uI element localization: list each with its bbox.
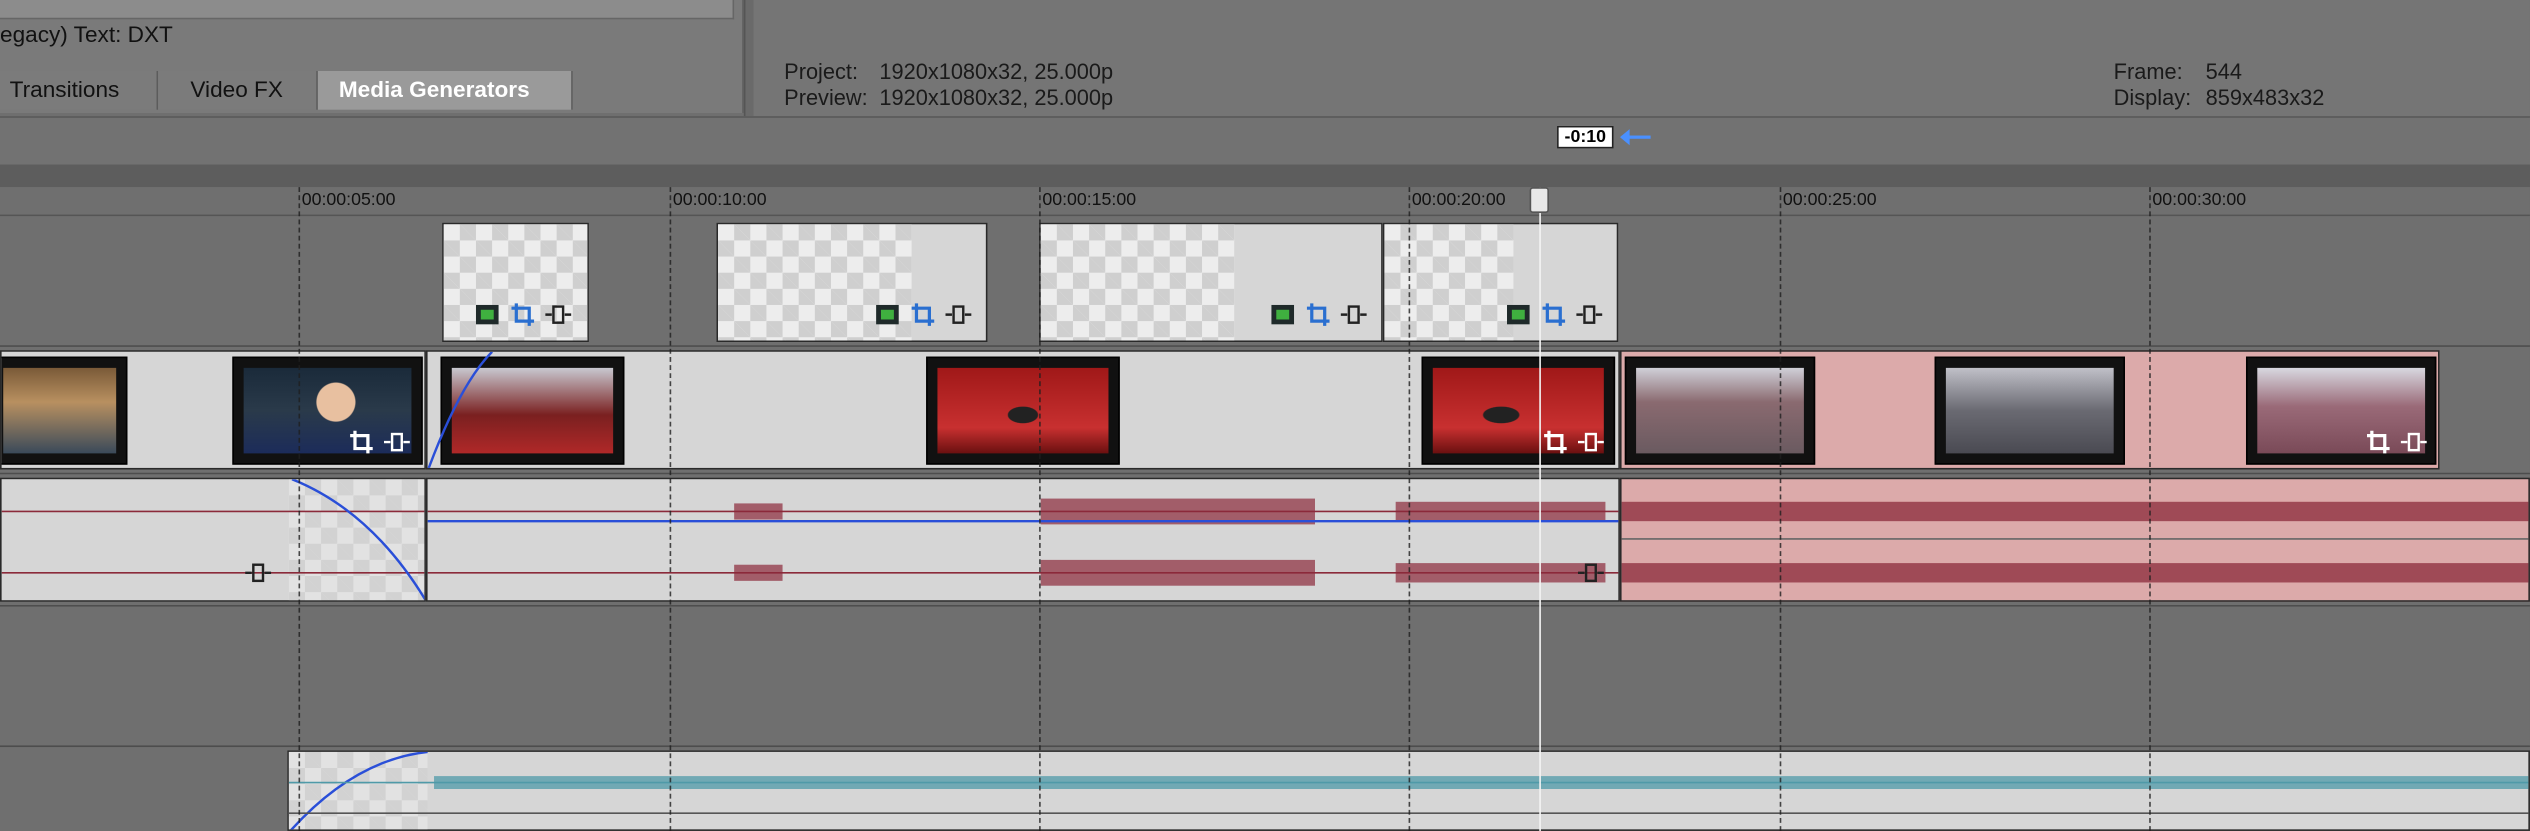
fx-panel-tabs: Transitions Video FX Media Generators — [0, 70, 573, 110]
crop-icon[interactable] — [1304, 302, 1333, 328]
crop-icon[interactable] — [1541, 429, 1570, 455]
audio-event-selected[interactable] — [1619, 477, 2530, 602]
event-fx-icon[interactable] — [382, 429, 411, 455]
project-label: Project: — [784, 59, 859, 84]
crop-icon[interactable] — [347, 429, 376, 455]
video-thumbnail — [1, 356, 128, 465]
text-event[interactable] — [1039, 222, 1383, 343]
text-event[interactable] — [442, 222, 589, 343]
ruler-label: 00:00:20:00 — [1411, 190, 1506, 210]
marker-bar[interactable] — [0, 116, 2530, 165]
video-preview-panel: Project: 1920x1080x32, 25.000p Preview: … — [753, 0, 2530, 117]
fx-panel-header — [0, 0, 735, 20]
preview-value: 1920x1080x32, 25.000p — [879, 85, 1114, 110]
tab-media-generators[interactable]: Media Generators — [317, 70, 573, 110]
film-icon[interactable] — [1504, 302, 1533, 328]
text-event[interactable] — [716, 222, 988, 343]
playhead[interactable] — [1539, 187, 1541, 831]
event-fx-icon[interactable] — [1339, 302, 1368, 328]
ruler-label: 00:00:15:00 — [1042, 190, 1137, 210]
vegas-editor: egacy) Text: DXT Transitions Video FX Me… — [0, 0, 2530, 831]
audio-event[interactable] — [425, 477, 1620, 602]
ruler-label: 00:00:05:00 — [301, 190, 396, 210]
preview-label: Preview: — [784, 85, 868, 110]
fx-panel: egacy) Text: DXT Transitions Video FX Me… — [0, 0, 744, 113]
film-icon[interactable] — [873, 302, 902, 328]
text-event[interactable] — [1382, 222, 1619, 343]
event-fx-icon[interactable] — [944, 302, 973, 328]
ruler-label: 00:00:30:00 — [2152, 190, 2247, 210]
timeline-scrollbar[interactable] — [0, 164, 2530, 188]
video-event-selected[interactable] — [1619, 350, 2440, 470]
event-fx-icon[interactable] — [1576, 429, 1605, 455]
cursor-offset-tag: -0:10 — [1557, 125, 1614, 149]
frame-value: 544 — [2205, 59, 2243, 84]
film-icon[interactable] — [473, 302, 502, 328]
ruler-label: 00:00:25:00 — [1782, 190, 1877, 210]
panel-splitter[interactable] — [743, 0, 754, 117]
video-thumbnail — [1624, 356, 1816, 465]
video-thumbnail — [926, 356, 1120, 465]
video-event[interactable] — [0, 350, 426, 470]
event-fx-icon[interactable] — [2399, 429, 2428, 455]
project-value: 1920x1080x32, 25.000p — [879, 59, 1114, 84]
event-fx-icon[interactable] — [544, 302, 573, 328]
frame-label: Frame: — [2113, 59, 2183, 84]
event-fx-icon[interactable] — [244, 560, 273, 586]
fx-panel-title: egacy) Text: DXT — [0, 20, 173, 47]
video-event[interactable] — [425, 350, 1620, 470]
playhead-handle[interactable] — [1529, 187, 1549, 213]
crop-icon[interactable] — [1539, 302, 1568, 328]
audio-event[interactable] — [0, 477, 426, 602]
crop-icon[interactable] — [908, 302, 937, 328]
film-icon[interactable] — [1268, 302, 1297, 328]
ruler-label: 00:00:10:00 — [672, 190, 767, 210]
crop-icon[interactable] — [508, 302, 537, 328]
tab-transitions[interactable]: Transitions — [0, 70, 159, 110]
display-value: 859x483x32 — [2205, 85, 2325, 110]
display-label: Display: — [2113, 85, 2192, 110]
event-fx-icon[interactable] — [1576, 560, 1605, 586]
tab-video-fx[interactable]: Video FX — [158, 70, 318, 110]
event-fx-icon[interactable] — [1575, 302, 1604, 328]
video-thumbnail — [1934, 356, 2125, 465]
cursor-arrow-icon — [1619, 129, 1651, 146]
crop-icon[interactable] — [2364, 429, 2393, 455]
